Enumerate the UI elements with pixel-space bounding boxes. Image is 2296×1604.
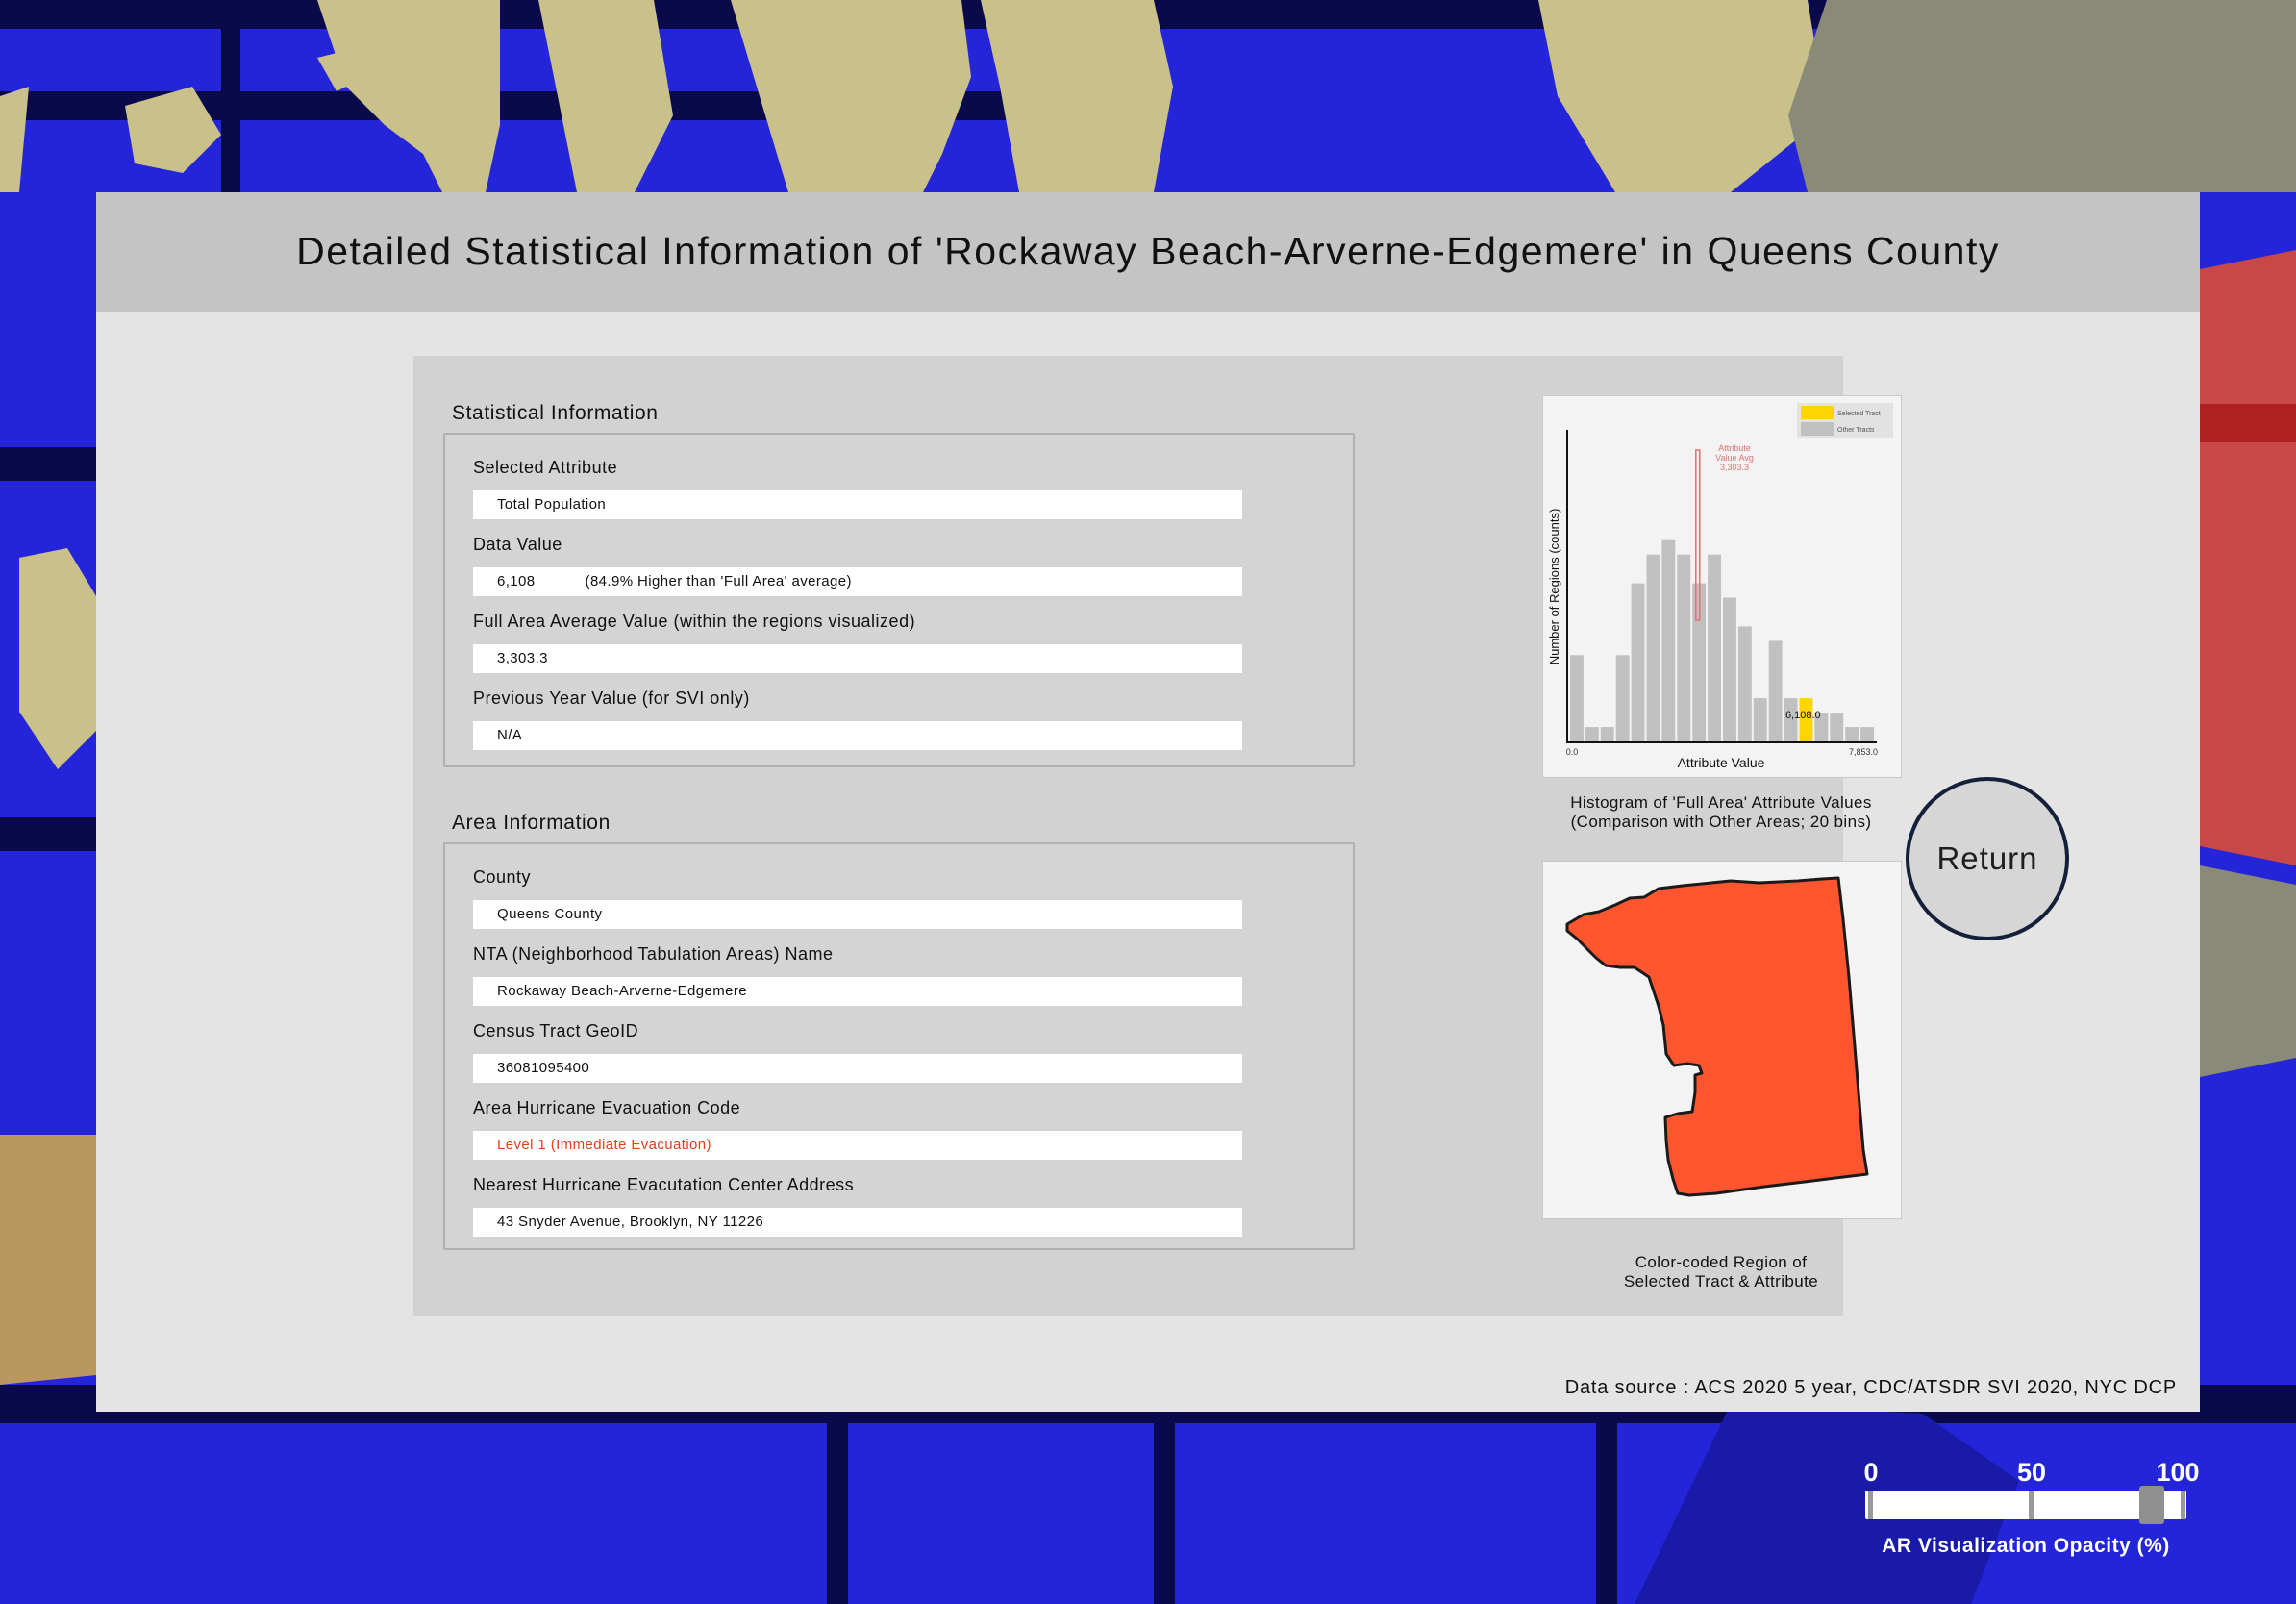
histogram-caption-line-1: Histogram of 'Full Area' Attribute Value… <box>1570 793 1872 812</box>
selected-attribute-label: Selected Attribute <box>473 458 618 477</box>
previous-year-label: Previous Year Value (for SVI only) <box>473 689 750 708</box>
nta-field: Rockaway Beach-Arverne-Edgemere <box>473 977 1242 1006</box>
geoid-label: Census Tract GeoID <box>473 1021 639 1040</box>
avg-label-line-3: 3,303.3 <box>1720 463 1749 472</box>
county-label: County <box>473 867 532 887</box>
slider-tick-label-100: 100 <box>2156 1458 2200 1487</box>
geoid-value: 36081095400 <box>497 1060 590 1076</box>
selected-attribute-value: Total Population <box>497 496 607 513</box>
histogram-bar-other-4 <box>1631 583 1645 741</box>
histogram-bar-other-13 <box>1768 640 1783 741</box>
x-axis-label: Attribute Value <box>1678 755 1765 770</box>
chart-legend: Selected Tract Other Tracts <box>1797 403 1893 438</box>
selected-value-label: 6,108.0 <box>1785 710 1821 721</box>
histogram-card: Attribute Value Avg 3,303.3 6,108.0 0.0 … <box>1542 395 1902 778</box>
modal-title: Detailed Statistical Information of 'Roc… <box>296 229 2000 273</box>
histogram-bar-other-5 <box>1646 554 1660 741</box>
data-source-note: Data source : ACS 2020 5 year, CDC/ATSDR… <box>1564 1377 2177 1398</box>
evacuation-code-label: Area Hurricane Evacuation Code <box>473 1098 741 1117</box>
histogram-bar-other-6 <box>1661 539 1676 741</box>
x-tick-max: 7,853.0 <box>1849 747 1878 757</box>
legend-swatch-selected <box>1801 406 1834 419</box>
evacuation-center-field: 43 Snyder Avenue, Brooklyn, NY 11226 <box>473 1208 1242 1237</box>
statistics-modal: Detailed Statistical Information of 'Roc… <box>96 192 2200 1412</box>
county-field: Queens County <box>473 900 1242 929</box>
evacuation-center-value: 43 Snyder Avenue, Brooklyn, NY 11226 <box>497 1214 764 1230</box>
nta-label: NTA (Neighborhood Tabulation Areas) Name <box>473 944 834 964</box>
evacuation-code-field: Level 1 (Immediate Evacuation) <box>473 1131 1242 1160</box>
evacuation-center-label: Nearest Hurricane Evacutation Center Add… <box>473 1175 855 1194</box>
modal-header: Detailed Statistical Information of 'Roc… <box>96 192 2200 312</box>
legend-label-other: Other Tracts <box>1837 427 1875 434</box>
return-button[interactable]: Return <box>1906 777 2069 940</box>
x-tick-min: 0.0 <box>1566 747 1579 757</box>
previous-year-value: N/A <box>497 727 523 743</box>
histogram-chart: Attribute Value Avg 3,303.3 6,108.0 0.0 … <box>1547 403 1893 770</box>
histogram-bar-other-9 <box>1708 554 1721 741</box>
nta-value: Rockaway Beach-Arverne-Edgemere <box>497 983 748 999</box>
histogram-caption: Histogram of 'Full Area' Attribute Value… <box>1529 793 1913 832</box>
slider-track[interactable] <box>1865 1491 2186 1519</box>
data-value-comparison: (84.9% Higher than 'Full Area' average) <box>585 573 852 589</box>
data-value: 6,108 <box>497 573 536 589</box>
histogram-caption-line-2: (Comparison with Other Areas; 20 bins) <box>1570 813 1872 831</box>
histogram-bar-other-0 <box>1570 655 1584 741</box>
full-area-average-label: Full Area Average Value (within the regi… <box>473 612 916 631</box>
region-map-caption-line-1: Color-coded Region of <box>1635 1253 1808 1271</box>
previous-year-field: N/A <box>473 721 1242 750</box>
histogram-bar-other-7 <box>1677 554 1691 741</box>
histogram-bar-other-12 <box>1753 698 1767 741</box>
histogram-bar-other-18 <box>1845 727 1859 741</box>
histogram-bar-other-10 <box>1723 597 1736 741</box>
histogram-bar-other-11 <box>1737 626 1752 741</box>
histogram-bar-other-17 <box>1830 713 1844 741</box>
slider-tick-mark-50 <box>2029 1491 2034 1519</box>
avg-label-line-2: Value Avg <box>1715 453 1754 463</box>
county-value: Queens County <box>497 906 603 922</box>
statistical-fieldset: Selected Attribute Total Population Data… <box>443 433 1355 767</box>
slider-tick-mark-0 <box>1868 1491 1873 1519</box>
tract-region-shape <box>1565 876 1869 1197</box>
evacuation-code-value: Level 1 (Immediate Evacuation) <box>497 1137 711 1153</box>
area-fieldset: County Queens County NTA (Neighborhood T… <box>443 842 1355 1250</box>
data-value-label: Data Value <box>473 535 562 554</box>
avg-label-line-1: Attribute <box>1718 443 1751 453</box>
full-area-average-value: 3,303.3 <box>497 650 548 666</box>
opacity-slider: 0 50 100 AR Visualization Opacity (%) <box>1856 1452 2211 1577</box>
statistical-section-label: Statistical Information <box>452 402 659 424</box>
slider-tick-label-0: 0 <box>1863 1458 1879 1487</box>
legend-label-selected: Selected Tract <box>1837 411 1881 417</box>
legend-swatch-other <box>1801 422 1834 436</box>
slider-label: AR Visualization Opacity (%) <box>1882 1535 2170 1557</box>
geoid-field: 36081095400 <box>473 1054 1242 1083</box>
slider-tick-mark-100 <box>2181 1491 2185 1519</box>
histogram-bar-other-3 <box>1615 655 1630 741</box>
content-panel: Statistical Information Selected Attribu… <box>413 356 1902 1316</box>
histogram-bar-other-19 <box>1860 727 1874 741</box>
region-map-card <box>1542 861 1902 1219</box>
return-button-label: Return <box>1936 840 2038 876</box>
region-map-caption-line-2: Selected Tract & Attribute <box>1623 1272 1819 1291</box>
histogram-bar-other-2 <box>1600 727 1614 741</box>
region-map-caption: Color-coded Region of Selected Tract & A… <box>1529 1253 1913 1291</box>
selected-attribute-field: Total Population <box>473 490 1242 519</box>
histogram-bar-other-1 <box>1585 727 1599 741</box>
slider-tick-label-50: 50 <box>2016 1458 2047 1487</box>
y-axis-label: Number of Regions (counts) <box>1547 509 1561 665</box>
data-value-field: 6,108 (84.9% Higher than 'Full Area' aver… <box>473 567 1242 596</box>
slider-thumb[interactable] <box>2138 1486 2164 1524</box>
full-area-average-field: 3,303.3 <box>473 644 1242 673</box>
area-section-label: Area Information <box>452 812 611 834</box>
